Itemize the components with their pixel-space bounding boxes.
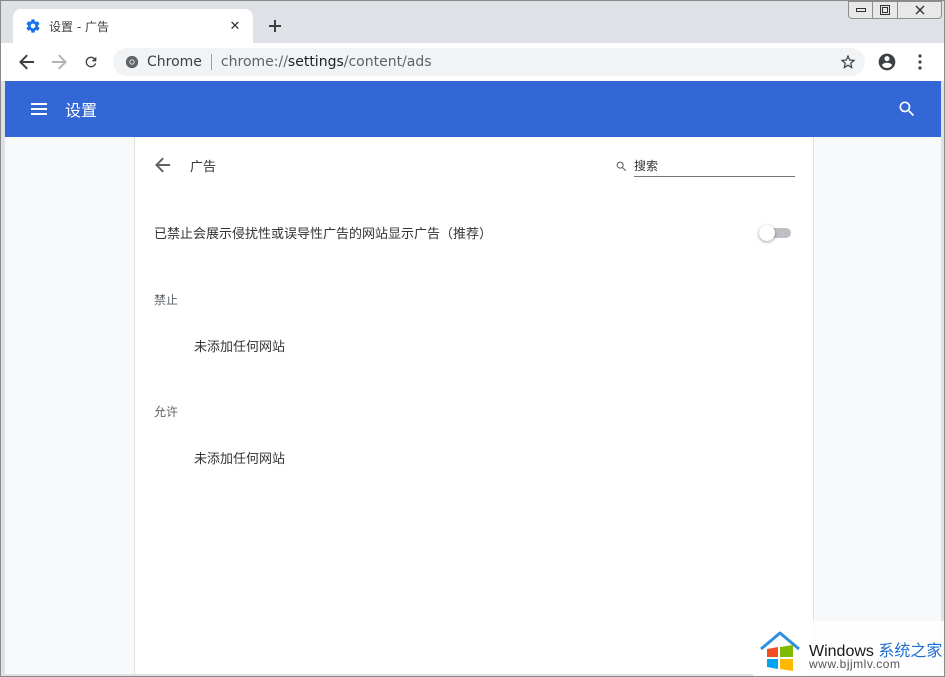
back-button[interactable] <box>13 48 41 76</box>
allowed-empty-text: 未添加任何网站 <box>194 452 286 467</box>
back-arrow-icon[interactable] <box>153 155 173 175</box>
search-input[interactable] <box>634 155 795 177</box>
allowed-section-title: 允许 <box>154 405 179 419</box>
close-window-button[interactable] <box>898 1 942 19</box>
minimize-icon <box>855 8 866 12</box>
address-bar[interactable]: Chrome chrome://settings/content/ads <box>113 48 865 76</box>
restore-icon <box>880 5 890 15</box>
ads-toggle-row[interactable]: 已禁止会展示侵扰性或误导性广告的网站显示广告（推荐） <box>135 213 815 251</box>
subpage-header: 广告 <box>135 137 815 193</box>
watermark-site: www.bjjmlv.com <box>809 657 901 671</box>
new-tab-button[interactable] <box>263 14 287 38</box>
tab-strip: 设置 - 广告 ✕ <box>1 1 944 43</box>
url-text: chrome://settings/content/ads <box>221 54 432 70</box>
address-divider <box>210 54 212 70</box>
forward-button[interactable] <box>45 48 73 76</box>
browser-menu-button[interactable] <box>910 52 930 72</box>
plus-icon <box>269 20 281 32</box>
subpage-title: 广告 <box>190 160 217 175</box>
url-prefix: chrome:// <box>220 54 288 70</box>
minimize-button[interactable] <box>848 1 873 19</box>
close-icon <box>915 5 924 15</box>
windows-logo-icon <box>757 627 803 673</box>
arrow-right-icon <box>52 54 67 70</box>
search-icon <box>615 158 629 172</box>
ads-toggle-switch[interactable] <box>759 224 793 241</box>
url-host: settings <box>287 54 344 70</box>
account-circle-icon <box>878 53 896 71</box>
bookmark-star-icon[interactable] <box>839 53 857 71</box>
url-path: /content/ads <box>343 54 432 70</box>
settings-header: 设置 <box>5 81 941 137</box>
arrow-left-icon <box>19 54 34 70</box>
site-label: Chrome <box>147 54 202 70</box>
chrome-logo-icon <box>125 55 139 69</box>
subpage-search <box>615 155 795 177</box>
reload-button[interactable] <box>77 48 105 76</box>
watermark: Windows 系统之家 www.bjjmlv.com <box>753 621 944 676</box>
ads-settings-card: 广告 已禁止会展示侵扰性或误导性广告的网站显示广告（推荐） 禁止 未添加任何网站… <box>134 137 814 674</box>
blocked-empty-text: 未添加任何网站 <box>194 340 286 355</box>
tab-title: 设置 - 广告 <box>49 19 109 34</box>
blocked-section-title: 禁止 <box>154 293 179 307</box>
window-controls <box>848 1 942 19</box>
hamburger-menu-icon[interactable] <box>29 99 49 119</box>
browser-toolbar: Chrome chrome://settings/content/ads <box>1 43 944 81</box>
tab-settings-ads[interactable]: 设置 - 广告 ✕ <box>13 9 253 43</box>
ads-toggle-label: 已禁止会展示侵扰性或误导性广告的网站显示广告（推荐） <box>154 227 493 242</box>
tab-close-icon[interactable]: ✕ <box>223 14 247 38</box>
more-vertical-icon <box>918 54 922 70</box>
settings-search-icon[interactable] <box>897 99 917 119</box>
restore-button[interactable] <box>873 1 898 19</box>
toggle-knob <box>759 225 775 241</box>
profile-button[interactable] <box>877 52 897 72</box>
browser-window: 设置 - 广告 ✕ Chrome chrome://settings/conte… <box>0 0 945 677</box>
reload-icon <box>85 56 97 68</box>
gear-icon <box>25 18 41 34</box>
settings-title: 设置 <box>65 101 98 120</box>
